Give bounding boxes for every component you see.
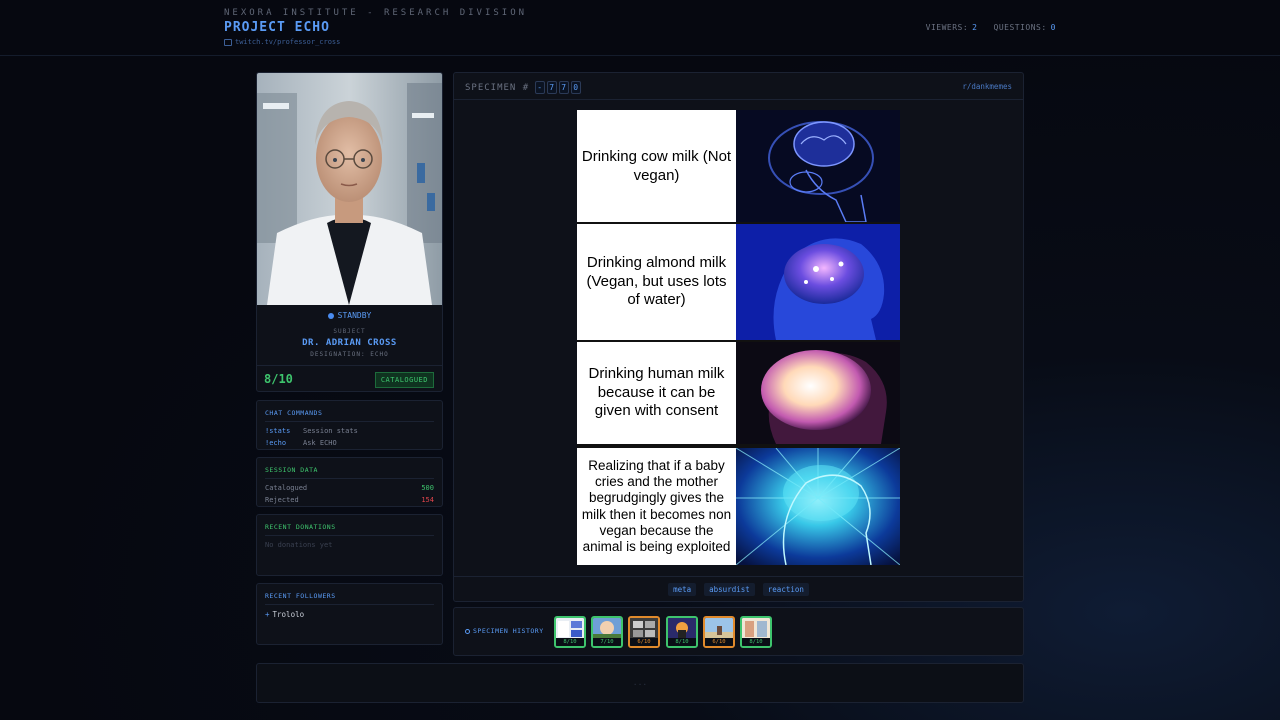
- command-name: !stats: [265, 427, 291, 435]
- thumb-score: 8/10: [668, 638, 696, 646]
- history-thumb[interactable]: 6/10: [628, 616, 660, 648]
- channel-url: twitch.tv/professor_cross: [235, 38, 341, 46]
- history-icon: [465, 628, 470, 634]
- status-text: STANDBY: [337, 311, 372, 320]
- questions-count: 0: [1050, 23, 1056, 32]
- specimen-digit: 7: [559, 81, 570, 94]
- current-score: 8/10: [264, 372, 293, 386]
- viewers-stat: VIEWERS: 2: [926, 23, 978, 32]
- thumb-score: 6/10: [705, 638, 733, 646]
- command-row: !stats Session stats: [265, 427, 434, 435]
- specimen-panel: SPECIMEN # - 7 7 0 r/dankmemes Drinking …: [453, 72, 1024, 602]
- top-header: NEXORA INSTITUTE - RESEARCH DIVISION PRO…: [0, 0, 1280, 56]
- tag-chip[interactable]: meta: [668, 583, 697, 596]
- thumb-image: [705, 618, 733, 640]
- history-thumb[interactable]: 8/10: [554, 616, 586, 648]
- specimen-digit: -: [535, 81, 546, 94]
- meme-panel-text: Drinking human milk because it can be gi…: [588, 365, 725, 420]
- viewers-count: 2: [972, 23, 978, 32]
- thumb-image: [593, 618, 621, 640]
- subject-designation: DESIGNATION: ECHO: [310, 351, 389, 358]
- chat-commands-panel: CHAT COMMANDS !stats Session stats !echo…: [256, 400, 443, 450]
- follower-name: Trololo: [272, 610, 305, 619]
- footer-ticker: ...: [256, 663, 1024, 703]
- viewers-label: VIEWERS:: [925, 23, 969, 32]
- brain-bright-icon: [736, 342, 900, 444]
- thumb-image: [668, 618, 696, 640]
- rejected-label: Rejected: [265, 496, 299, 504]
- tag-list: meta absurdist reaction: [454, 576, 1023, 596]
- rejected-count: 154: [421, 496, 434, 504]
- plus-icon: +: [265, 610, 270, 619]
- meme-image: Drinking cow milk (Not vegan) Drinking a…: [577, 110, 900, 565]
- history-title: SPECIMEN HISTORY: [473, 627, 544, 635]
- stream-stats: VIEWERS: 2 QUESTIONS: 0: [926, 23, 1056, 32]
- thumb-score: 8/10: [556, 638, 584, 646]
- project-title: PROJECT ECHO: [224, 20, 330, 35]
- catalogued-row: Catalogued 500: [265, 484, 434, 492]
- specimen-digit: 0: [571, 81, 582, 94]
- specimen-label: SPECIMEN #: [465, 82, 530, 93]
- footer-text: ...: [632, 678, 648, 687]
- subreddit-link[interactable]: r/dankmemes: [962, 82, 1012, 91]
- followers-title: RECENT FOLLOWERS: [265, 592, 434, 605]
- catalogued-label: Catalogued: [265, 484, 308, 492]
- brain-galaxy-icon: [736, 448, 900, 565]
- command-row: !echo Ask ECHO: [265, 439, 434, 447]
- meme-panel: Drinking almond milk (Vegan, but uses lo…: [577, 224, 900, 340]
- questions-label: QUESTIONS:: [993, 23, 1047, 32]
- thumb-score: 8/10: [742, 638, 770, 646]
- thumb-image: [742, 618, 770, 640]
- catalogued-count: 500: [421, 484, 434, 492]
- brain-glowing-icon: [736, 224, 900, 340]
- command-desc: Session stats: [303, 427, 358, 435]
- meme-panel: Drinking human milk because it can be gi…: [577, 342, 900, 444]
- history-thumb[interactable]: 8/10: [740, 616, 772, 648]
- specimen-header: SPECIMEN # - 7 7 0 r/dankmemes: [454, 73, 1023, 100]
- history-label: SPECIMEN HISTORY: [465, 627, 544, 635]
- questions-stat: QUESTIONS: 0: [994, 23, 1057, 32]
- donations-title: RECENT DONATIONS: [265, 523, 434, 536]
- meme-panel: Realizing that if a baby cries and the m…: [577, 448, 900, 565]
- history-thumb[interactable]: 8/10: [666, 616, 698, 648]
- channel-link[interactable]: twitch.tv/professor_cross: [224, 38, 340, 46]
- tag-chip[interactable]: absurdist: [704, 583, 755, 596]
- donations-empty: No donations yet: [265, 541, 333, 549]
- status-dot-icon: [327, 312, 334, 319]
- divider: [257, 365, 442, 366]
- specimen-history-panel: SPECIMEN HISTORY 8/10 7/10 6/10 8/10 6/1…: [453, 607, 1024, 656]
- thumb-score: 6/10: [630, 638, 658, 646]
- command-desc: Ask ECHO: [303, 439, 337, 447]
- history-thumb[interactable]: 6/10: [703, 616, 735, 648]
- tv-icon: [224, 38, 232, 46]
- donations-panel: RECENT DONATIONS No donations yet: [256, 514, 443, 576]
- thumb-image: [630, 618, 658, 640]
- tag-chip[interactable]: reaction: [762, 583, 809, 596]
- meme-panel: Drinking cow milk (Not vegan): [577, 110, 900, 222]
- thumb-score: 7/10: [593, 638, 621, 646]
- subject-name: DR. ADRIAN CROSS: [302, 338, 397, 348]
- session-data-title: SESSION DATA: [265, 466, 434, 479]
- follower-item: + Trololo: [265, 610, 434, 619]
- chat-commands-title: CHAT COMMANDS: [265, 409, 434, 422]
- rejected-row: Rejected 154: [265, 496, 434, 504]
- subject-label: SUBJECT: [333, 328, 366, 335]
- specimen-digit: 7: [547, 81, 558, 94]
- catalogued-badge: CATALOGUED: [374, 372, 434, 388]
- brain-small-icon: [736, 110, 900, 222]
- command-name: !echo: [265, 439, 287, 447]
- subject-portrait: [257, 73, 442, 305]
- meme-panel-text: Realizing that if a baby cries and the m…: [581, 457, 732, 555]
- specimen-number: SPECIMEN # - 7 7 0: [465, 81, 582, 94]
- meme-panel-text: Drinking almond milk (Vegan, but uses lo…: [586, 254, 727, 309]
- session-data-panel: SESSION DATA Catalogued 500 Rejected 154: [256, 457, 443, 507]
- followers-panel: RECENT FOLLOWERS + Trololo: [256, 583, 443, 645]
- subject-card: STANDBY SUBJECT DR. ADRIAN CROSS DESIGNA…: [256, 72, 443, 392]
- org-name: NEXORA INSTITUTE - RESEARCH DIVISION: [224, 8, 528, 18]
- thumb-image: [556, 618, 584, 640]
- history-thumb[interactable]: 7/10: [591, 616, 623, 648]
- meme-panel-text: Drinking cow milk (Not vegan): [581, 148, 732, 184]
- status-indicator: STANDBY: [257, 311, 442, 320]
